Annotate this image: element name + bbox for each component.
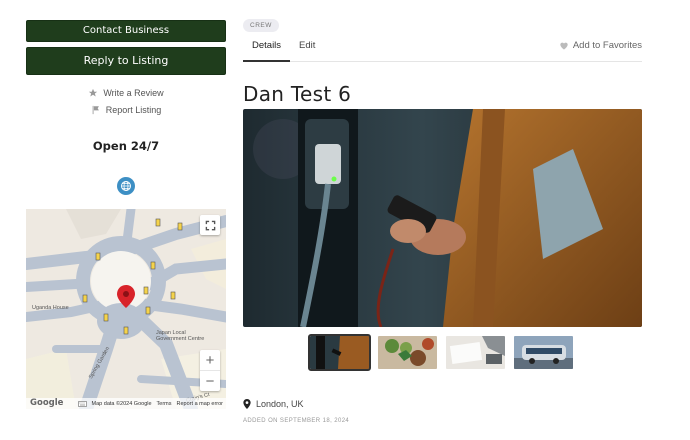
thumbnail-2[interactable]	[378, 336, 437, 369]
map-attribution: Map data ©2024 Google	[91, 400, 152, 407]
reply-to-listing-button[interactable]: Reply to Listing	[26, 47, 226, 75]
zoom-out-button[interactable]: −	[200, 371, 220, 391]
hero-image[interactable]	[243, 109, 642, 327]
added-date: ADDED ON SEPTEMBER 18, 2024	[243, 418, 350, 424]
listing-content: CREW Details Edit Add to Favorites Dan T…	[243, 14, 642, 106]
location-text: London, UK	[256, 399, 304, 409]
listing-tabs: Details Edit Add to Favorites	[243, 36, 642, 62]
write-review-link[interactable]: Write a Review	[26, 84, 226, 101]
map-label-japan-centre: Japan Local Government Centre	[156, 330, 205, 342]
add-to-favorites-label: Add to Favorites	[572, 40, 642, 51]
open-hours: Open 24/7	[92, 139, 160, 153]
listing-actions: Write a Review Report Listing	[26, 84, 226, 118]
flag-icon	[92, 105, 99, 114]
zoom-in-button[interactable]: +	[200, 350, 220, 370]
category-badge[interactable]: CREW	[243, 19, 279, 32]
listing-location: London, UK	[243, 399, 304, 409]
map-report-error-link[interactable]: Report a map error	[177, 401, 223, 407]
map-terms-link[interactable]: Terms	[157, 401, 172, 407]
star-icon	[89, 88, 98, 97]
thumbnail-1[interactable]	[308, 334, 371, 371]
report-listing-label: Report Listing	[105, 104, 162, 115]
sidebar: Contact Business Reply to Listing Write …	[26, 20, 226, 195]
location-pin-icon	[243, 399, 251, 409]
google-logo: Google	[30, 398, 64, 408]
gallery-thumbnails	[308, 334, 573, 371]
listing-title: Dan Test 6	[243, 82, 352, 106]
write-review-label: Write a Review	[103, 87, 164, 98]
thumbnail-3[interactable]	[446, 336, 505, 369]
heart-icon	[560, 42, 568, 50]
thumbnail-4[interactable]	[514, 336, 573, 369]
website-globe-icon[interactable]	[117, 177, 135, 195]
keyboard-icon[interactable]	[77, 400, 87, 407]
add-to-favorites-button[interactable]: Add to Favorites	[559, 40, 642, 51]
fullscreen-button[interactable]	[200, 215, 220, 235]
tab-edit[interactable]: Edit	[290, 36, 324, 62]
fullscreen-icon	[205, 220, 215, 230]
tab-details[interactable]: Details	[243, 36, 291, 62]
map-label-uganda-house: Uganda House	[32, 305, 69, 311]
map[interactable]: Uganda House Japan Local Government Cent…	[26, 209, 226, 409]
zoom-controls: + −	[200, 350, 220, 391]
report-listing-link[interactable]: Report Listing	[26, 101, 226, 118]
contact-business-button[interactable]: Contact Business	[26, 20, 226, 42]
